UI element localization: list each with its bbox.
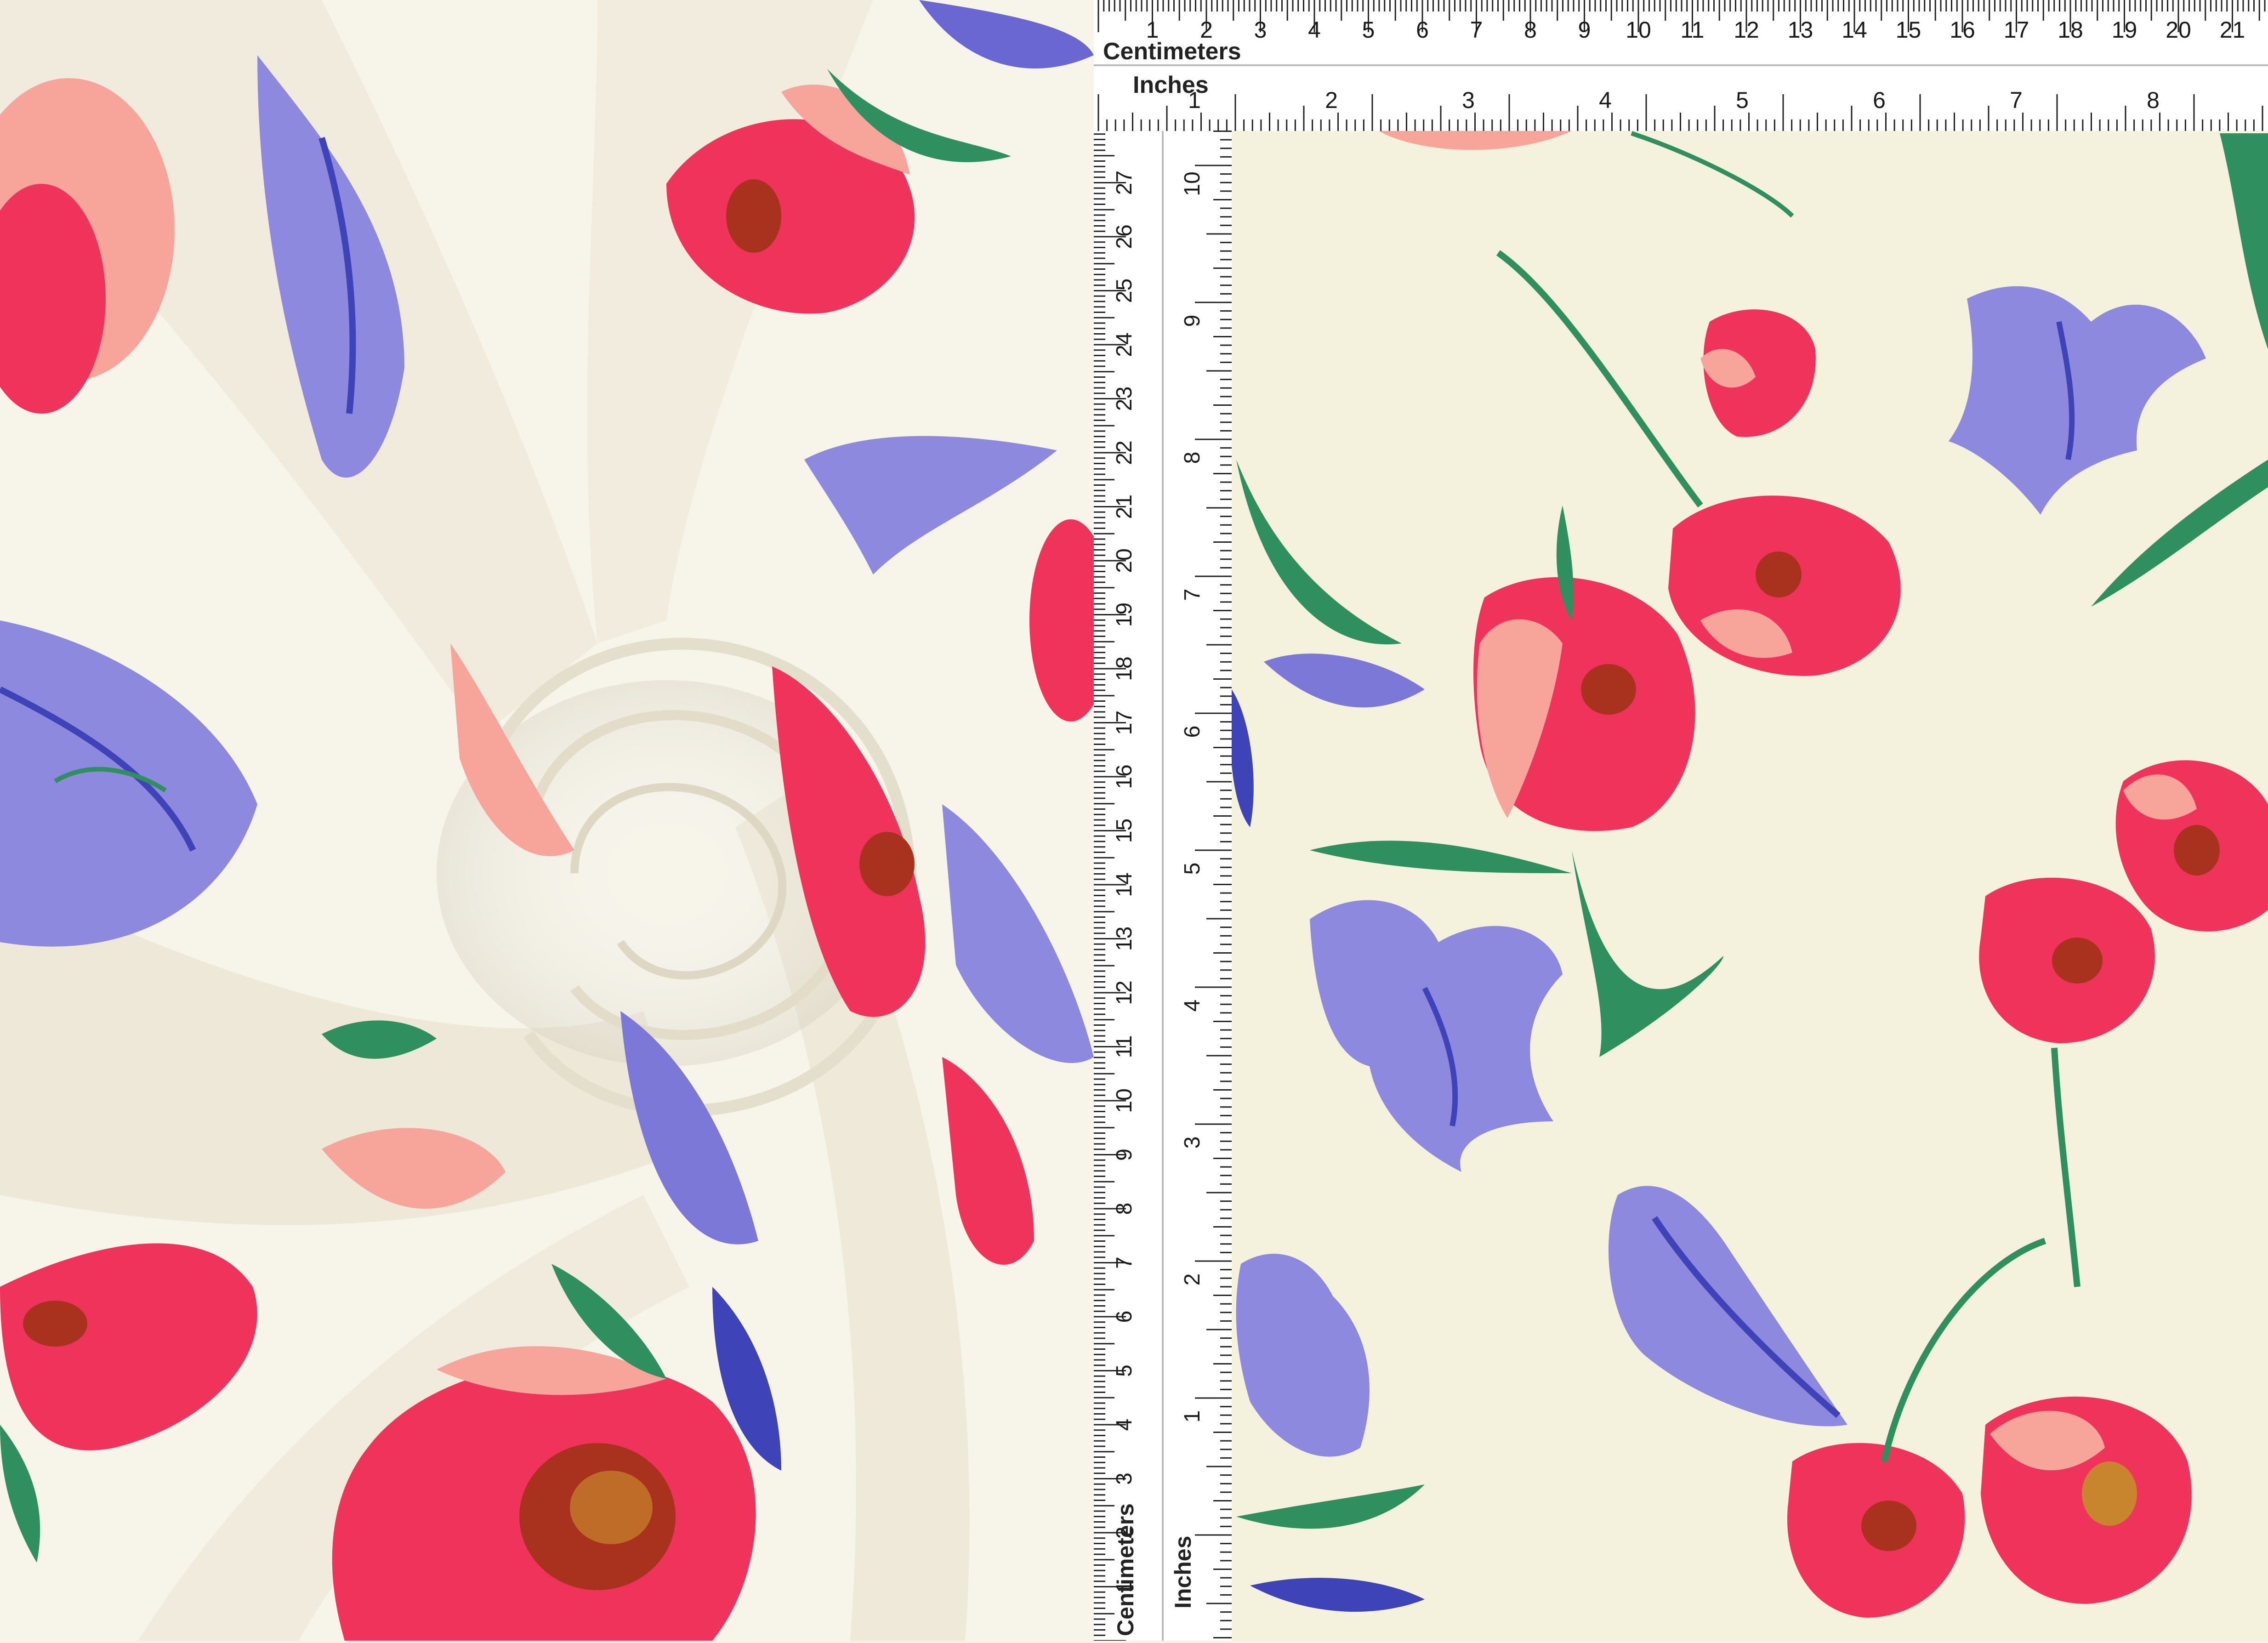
ruler-number: 6 xyxy=(1180,726,1205,738)
ruler-number: 2 xyxy=(1325,87,1338,113)
ruler-number: 9 xyxy=(1578,17,1591,43)
ruler-number: 12 xyxy=(1112,980,1137,1005)
ruler-number: 11 xyxy=(1112,1035,1137,1058)
ruler-number: 4 xyxy=(1599,87,1612,113)
ruler-number: 5 xyxy=(1112,1364,1137,1377)
ruler-number: 20 xyxy=(1112,548,1137,573)
ruler-number: 15 xyxy=(1112,819,1137,843)
ruler-number: 5 xyxy=(1362,17,1375,43)
ruler-number: 10 xyxy=(1180,171,1205,196)
ruler-number: 15 xyxy=(1896,17,1921,43)
ruler-number: 22 xyxy=(1112,440,1137,465)
ruler-number: 20 xyxy=(2166,17,2191,43)
ruler-number: 4 xyxy=(1112,1419,1137,1431)
ruler-number: 19 xyxy=(1112,603,1137,627)
ruler-number: 26 xyxy=(1112,224,1137,249)
ruler-number: 3 xyxy=(1462,87,1475,113)
side-inches-label: Inches xyxy=(1170,1535,1196,1609)
ruler-number: 10 xyxy=(1626,17,1651,43)
ruler-number: 19 xyxy=(2112,17,2137,43)
ruler-number: 4 xyxy=(1308,17,1321,43)
ruler-number: 7 xyxy=(2010,87,2023,113)
ruler-number: 25 xyxy=(1112,279,1137,303)
side-centimeters-label: Centimeters xyxy=(1113,1503,1138,1636)
fabric-photo: 1 2 3 4 5 6 7 8 9 10 11 12 13 14 15 16 17 18 19 20 21 123456… xyxy=(0,0,2268,1642)
ruler-number: 11 xyxy=(1681,17,1705,43)
ruler-number: 12 xyxy=(1734,17,1759,43)
ruler-number: 3 xyxy=(1180,1137,1205,1149)
ruler-number: 5 xyxy=(1736,87,1749,113)
ruler-number: 9 xyxy=(1112,1148,1137,1161)
ruler-number: 21 xyxy=(2220,17,2245,43)
ruler-number: 24 xyxy=(1112,332,1137,357)
fabric-scene: 1 2 3 4 5 6 7 8 9 10 11 12 13 14 15 16 17 18 19 20 21 123456… xyxy=(0,0,2268,1642)
ruler-number: 17 xyxy=(2004,17,2029,43)
ruler-number: 7 xyxy=(1470,17,1483,43)
top-inches-label: Inches xyxy=(1133,72,1209,98)
ruler-number: 13 xyxy=(1112,927,1137,951)
ruler-number: 7 xyxy=(1112,1256,1137,1269)
top-centimeters-label: Centimeters xyxy=(1103,38,1241,65)
side-ruler: 1234567891011121314151617181920212223242… xyxy=(1094,131,1232,1642)
ruler-number: 8 xyxy=(1180,452,1205,464)
ruler-number: 16 xyxy=(1112,764,1137,789)
flat-fabric-panel xyxy=(1094,0,2268,1641)
ruler-number: 13 xyxy=(1788,17,1813,43)
ruler-number: 16 xyxy=(1950,17,1975,43)
ruler-number: 1 xyxy=(1180,1410,1205,1423)
ruler-number: 7 xyxy=(1180,589,1205,601)
ruler-number: 27 xyxy=(1112,171,1137,195)
top-ruler: 1 2 3 4 5 6 7 8 9 10 11 12 13 14 15 16 17 18 19 20 21 123456… xyxy=(1094,0,2268,131)
ruler-number: 18 xyxy=(2058,17,2083,43)
ruler-number: 21 xyxy=(1112,495,1137,519)
ruler-number: 14 xyxy=(1842,17,1867,43)
ruler-number: 8 xyxy=(1112,1203,1137,1215)
ruler-number: 3 xyxy=(1254,17,1267,43)
ruler-number: 6 xyxy=(1873,87,1886,113)
draped-fabric-panel xyxy=(0,0,1112,1641)
ruler-number: 18 xyxy=(1112,656,1137,681)
ruler-number: 6 xyxy=(1416,17,1429,43)
ruler-number: 4 xyxy=(1180,1000,1205,1012)
ruler-number: 6 xyxy=(1112,1311,1137,1323)
ruler-number: 9 xyxy=(1180,315,1205,327)
ruler-number: 3 xyxy=(1112,1472,1137,1485)
ruler-number: 2 xyxy=(1180,1273,1205,1286)
ruler-number: 14 xyxy=(1112,872,1137,897)
ruler-number: 10 xyxy=(1112,1088,1137,1113)
ruler-number: 8 xyxy=(1524,17,1537,43)
ruler-number: 23 xyxy=(1112,387,1137,411)
ruler-number: 17 xyxy=(1112,711,1137,735)
ruler-number: 5 xyxy=(1180,863,1205,875)
ruler-number: 8 xyxy=(2147,87,2160,113)
